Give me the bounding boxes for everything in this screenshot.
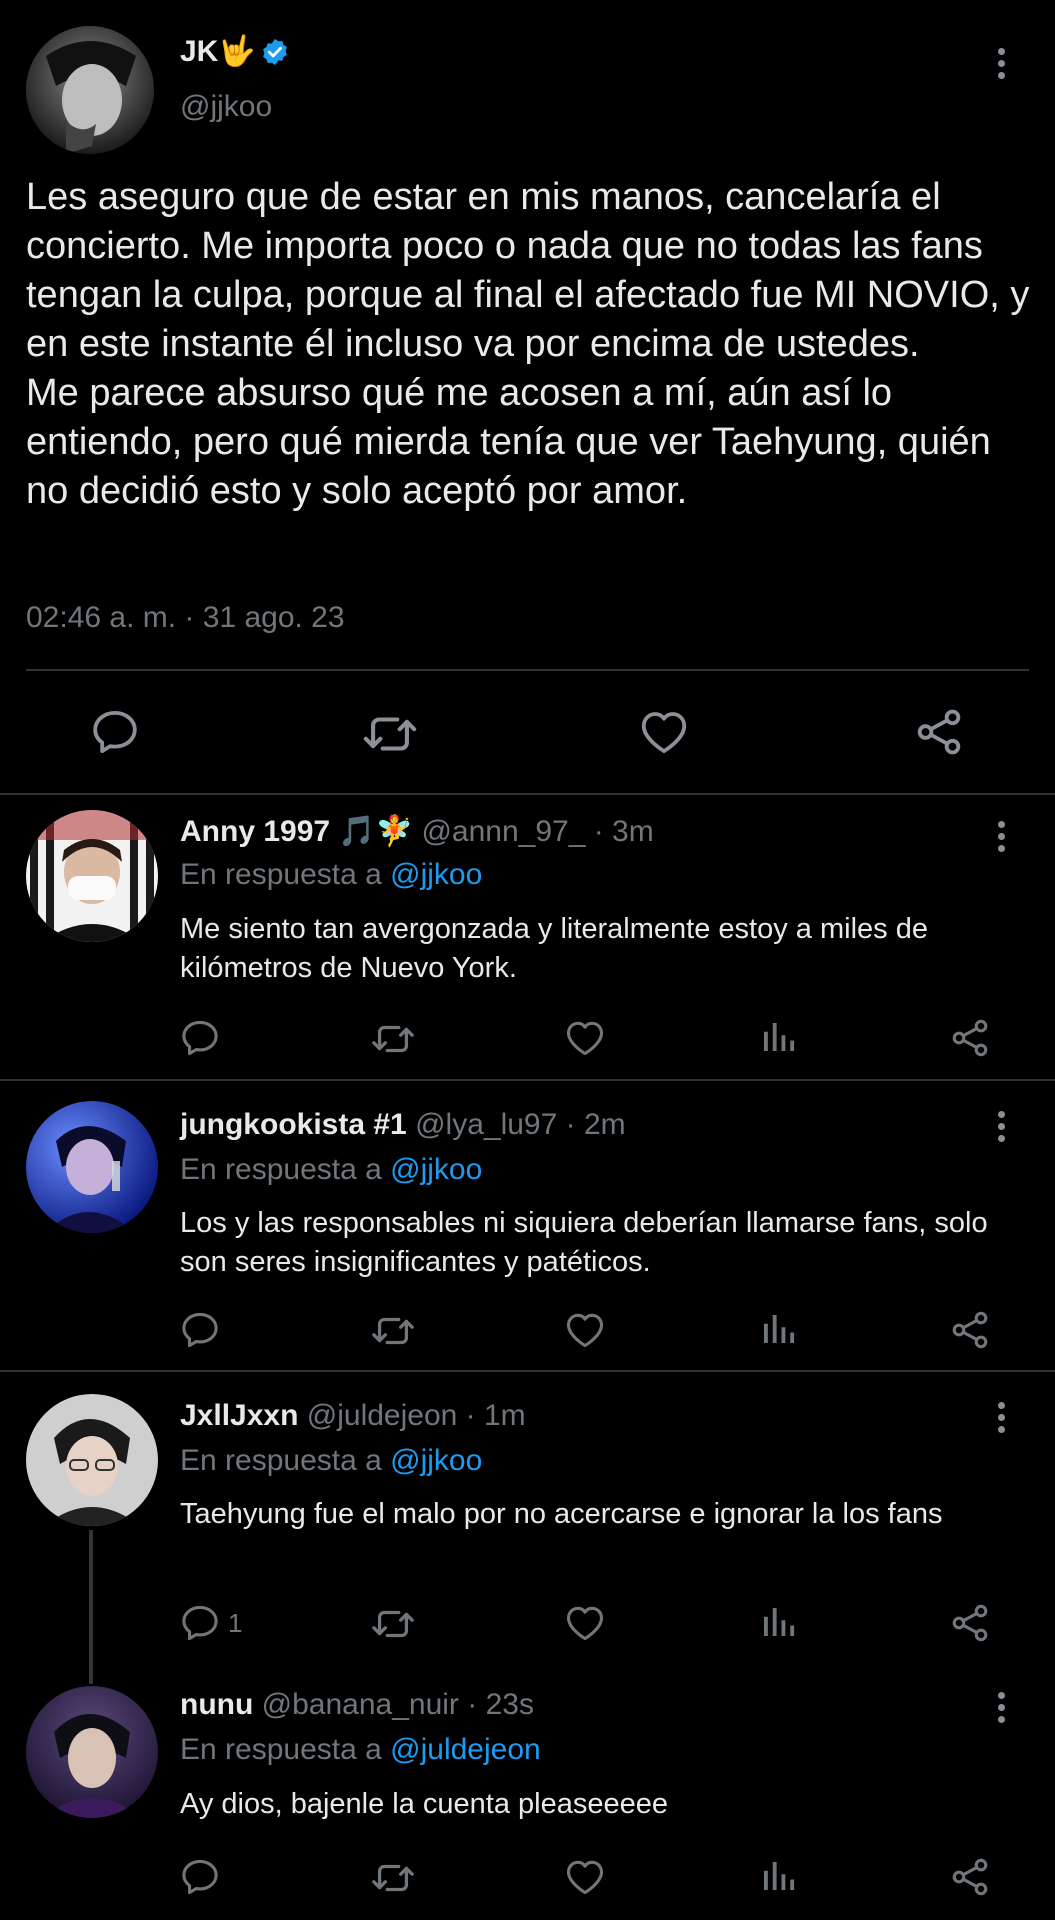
- in-reply-to: En respuesta a @jjkoo: [180, 858, 482, 892]
- reply-actions: [0, 1308, 1055, 1352]
- reply-display-name[interactable]: nunu: [180, 1688, 253, 1721]
- reply-header: nunu @banana_nuir · 23s: [180, 1688, 534, 1722]
- reply-display-name[interactable]: Anny 1997 🎵🧚: [180, 815, 413, 848]
- in-reply-prefix: En respuesta a: [180, 858, 382, 891]
- more-icon[interactable]: [995, 821, 1007, 852]
- reply-icon[interactable]: [178, 1308, 228, 1352]
- like-icon[interactable]: [563, 1855, 607, 1899]
- divider: [26, 669, 1029, 671]
- in-reply-link[interactable]: @juldejeon: [390, 1733, 541, 1766]
- reply-tweet[interactable]: JxllJxxn @juldejeon · 1m En respuesta a …: [0, 1372, 1055, 1662]
- reply-text: Taehyung fue el malo por no acercarse e …: [180, 1498, 943, 1530]
- more-icon[interactable]: [995, 1402, 1007, 1433]
- reply-icon[interactable]: [88, 705, 142, 759]
- retweet-icon[interactable]: [361, 705, 419, 763]
- reply-handle-time[interactable]: @lya_lu97 · 2m: [415, 1108, 626, 1141]
- retweet-icon[interactable]: [370, 1016, 416, 1062]
- reply-icon[interactable]: [178, 1855, 228, 1899]
- reply-icon[interactable]: [178, 1016, 228, 1060]
- reply-display-name[interactable]: JxllJxxn: [180, 1399, 298, 1432]
- retweet-icon[interactable]: [370, 1601, 416, 1647]
- tweet-timestamp[interactable]: 02:46 a. m. · 31 ago. 23: [26, 601, 345, 635]
- tweet-actions: [0, 705, 1055, 761]
- in-reply-link[interactable]: @jjkoo: [390, 1153, 482, 1186]
- reply-header: JxllJxxn @juldejeon · 1m: [180, 1399, 526, 1433]
- reply-handle-time[interactable]: @banana_nuir · 23s: [262, 1688, 534, 1721]
- more-icon[interactable]: [995, 1111, 1007, 1142]
- views-icon[interactable]: [757, 1601, 799, 1643]
- reply-actions: [0, 1016, 1055, 1060]
- author-display-name: JK🤟: [180, 35, 256, 68]
- more-icon[interactable]: [995, 1692, 1007, 1723]
- reply-icon[interactable]: 1: [178, 1601, 242, 1645]
- more-icon[interactable]: [995, 48, 1007, 79]
- reply-avatar[interactable]: [26, 1394, 158, 1526]
- reply-handle-time[interactable]: @annn_97_ · 3m: [421, 815, 653, 848]
- reply-tweet[interactable]: Anny 1997 🎵🧚 @annn_97_ · 3m En respuesta…: [0, 795, 1055, 1079]
- in-reply-prefix: En respuesta a: [180, 1153, 382, 1186]
- tweet-text: Les aseguro que de estar en mis manos, c…: [26, 176, 1030, 512]
- reply-tweet[interactable]: jungkookista #1 @lya_lu97 · 2m En respue…: [0, 1081, 1055, 1370]
- in-reply-prefix: En respuesta a: [180, 1444, 382, 1477]
- verified-badge-icon: [260, 37, 290, 67]
- in-reply-to: En respuesta a @juldejeon: [180, 1733, 541, 1767]
- author-avatar[interactable]: [26, 26, 154, 154]
- in-reply-link[interactable]: @jjkoo: [390, 1444, 482, 1477]
- reply-actions: 1: [0, 1601, 1055, 1645]
- reply-header: Anny 1997 🎵🧚 @annn_97_ · 3m: [180, 814, 654, 849]
- reply-avatar[interactable]: [26, 810, 158, 942]
- share-icon[interactable]: [912, 705, 966, 759]
- retweet-icon[interactable]: [370, 1308, 416, 1354]
- views-icon[interactable]: [757, 1308, 799, 1350]
- views-icon[interactable]: [757, 1855, 799, 1897]
- author-handle[interactable]: @jjkoo: [180, 90, 272, 124]
- reply-display-name[interactable]: jungkookista #1: [180, 1108, 407, 1141]
- main-tweet: JK🤟 @jjkoo Les aseguro que de estar en m…: [0, 0, 1055, 795]
- views-icon[interactable]: [757, 1016, 799, 1058]
- share-icon[interactable]: [948, 1016, 992, 1060]
- reply-text: Ay dios, bajenle la cuenta pleaseeeee: [180, 1788, 669, 1820]
- reply-handle-time[interactable]: @juldejeon · 1m: [307, 1399, 526, 1432]
- in-reply-to: En respuesta a @jjkoo: [180, 1444, 482, 1478]
- in-reply-link[interactable]: @jjkoo: [390, 858, 482, 891]
- share-icon[interactable]: [948, 1601, 992, 1645]
- reply-avatar[interactable]: [26, 1101, 158, 1233]
- like-icon[interactable]: [637, 705, 691, 759]
- reply-avatar[interactable]: [26, 1686, 158, 1818]
- in-reply-to: En respuesta a @jjkoo: [180, 1153, 482, 1187]
- in-reply-prefix: En respuesta a: [180, 1733, 382, 1766]
- like-icon[interactable]: [563, 1308, 607, 1352]
- retweet-icon[interactable]: [370, 1855, 416, 1901]
- like-icon[interactable]: [563, 1016, 607, 1060]
- reply-header: jungkookista #1 @lya_lu97 · 2m: [180, 1108, 626, 1142]
- share-icon[interactable]: [948, 1308, 992, 1352]
- share-icon[interactable]: [948, 1855, 992, 1899]
- like-icon[interactable]: [563, 1601, 607, 1645]
- reply-text: Los y las responsables ni siquiera deber…: [180, 1207, 988, 1278]
- reply-text: Me siento tan avergonzada y literalmente…: [180, 913, 928, 984]
- author-name-row[interactable]: JK🤟: [180, 34, 290, 69]
- reply-actions: [0, 1855, 1055, 1899]
- reply-count: 1: [228, 1607, 243, 1638]
- reply-tweet[interactable]: nunu @banana_nuir · 23s En respuesta a @…: [0, 1662, 1055, 1920]
